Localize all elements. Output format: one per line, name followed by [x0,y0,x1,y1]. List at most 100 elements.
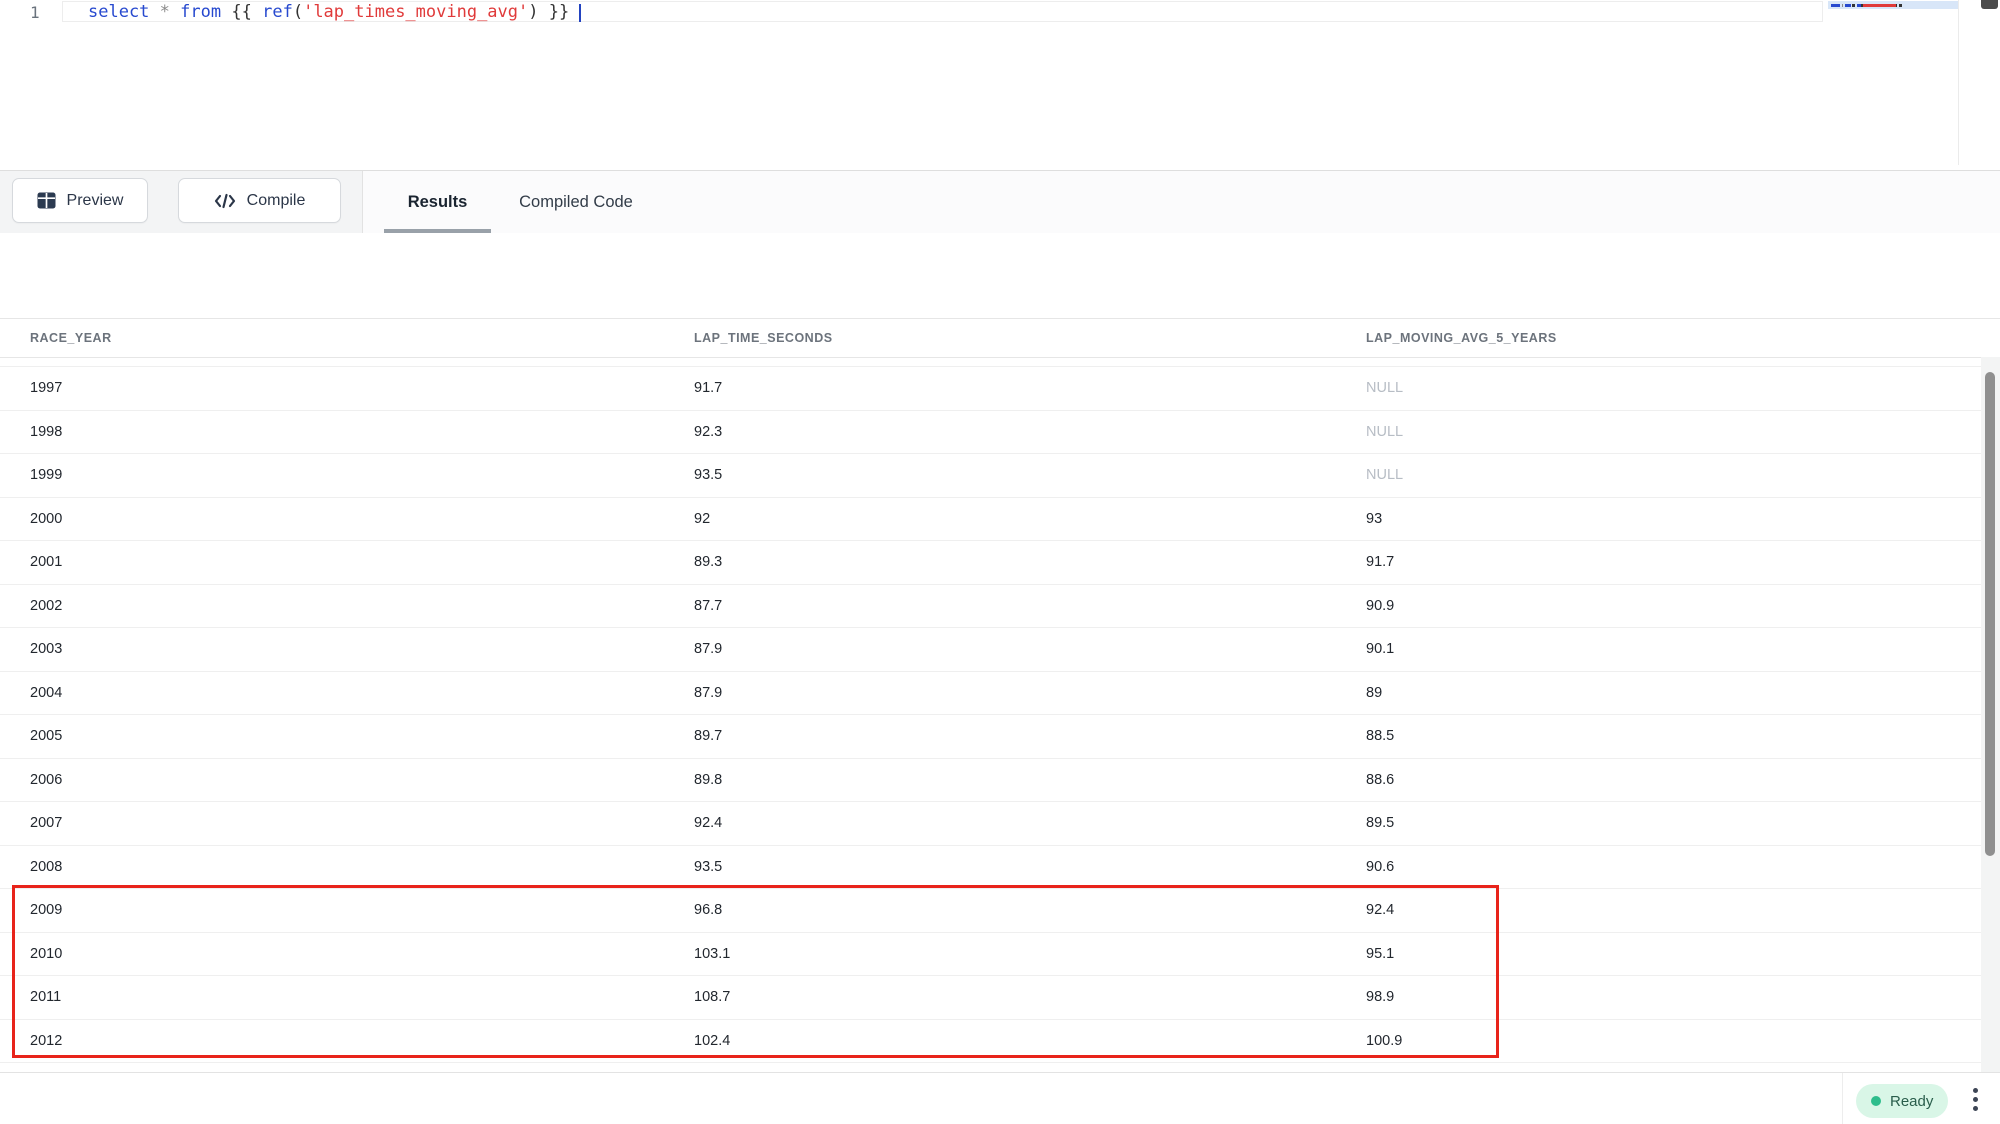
text-cursor [579,4,581,22]
cell-lap-time-seconds: 92 [664,511,1336,527]
cell-race-year: 1997 [0,380,664,396]
code-token [170,2,180,22]
cell-lap-moving-avg: 92.4 [1336,902,1981,918]
cell-lap-time-seconds: 102.4 [664,1033,1336,1049]
table-row: 199791.7NULL [0,367,1981,411]
cell-race-year: 2008 [0,859,664,875]
code-token [539,2,549,22]
minimap-current-line [1828,1,1958,9]
kebab-menu-icon[interactable] [1966,1084,1984,1114]
cell-lap-moving-avg: 98.9 [1336,989,1981,1005]
status-bar-divider [1842,1073,1843,1124]
code-token: from [180,2,221,22]
table-header-row: RACE_YEARLAP_TIME_SECONDSLAP_MOVING_AVG_… [0,318,2000,358]
table-row: 200189.391.7 [0,541,1981,585]
cell-race-year: 2004 [0,685,664,701]
tabs-background: Results Compiled Code [362,171,2000,233]
tab-compiled-code[interactable]: Compiled Code [514,171,638,233]
code-line[interactable]: select * from {{ ref('lap_times_moving_a… [88,2,581,22]
cell-race-year: 2010 [0,946,664,962]
cell-lap-time-seconds: 89.8 [664,772,1336,788]
table-row: 2010103.195.1 [0,933,1981,977]
table-row: 2012102.4100.9 [0,1020,1981,1064]
column-header: LAP_TIME_SECONDS [664,331,1336,345]
cell-lap-time-seconds: 91.7 [664,380,1336,396]
table-row: 200689.888.6 [0,759,1981,803]
code-token: ( [293,2,303,22]
table-icon [37,192,56,209]
column-header: LAP_MOVING_AVG_5_YEARS [1336,331,2000,345]
cell-lap-moving-avg: NULL [1336,380,1981,396]
code-token: {{ [231,2,251,22]
cell-lap-time-seconds: 92.4 [664,815,1336,831]
table-row: 20009293 [0,498,1981,542]
code-line-tokens: select * from {{ ref('lap_times_moving_a… [88,2,569,22]
code-token: 'lap_times_moving_avg' [303,2,528,22]
cell-race-year: 1999 [0,467,664,483]
ready-status-label: Ready [1890,1093,1933,1110]
cell-lap-moving-avg: 88.6 [1336,772,1981,788]
code-editor[interactable]: 1 select * from {{ ref('lap_times_moving… [0,0,2000,170]
minimap-token [1899,4,1902,7]
cell-lap-time-seconds: 92.3 [664,424,1336,440]
editor-minimap[interactable] [1828,0,1958,165]
compile-button[interactable]: Compile [178,178,341,223]
tab-bar: Results Compiled Code [384,171,638,233]
compile-button-label: Compile [247,192,306,210]
cell-race-year: 2005 [0,728,664,744]
preview-button[interactable]: Preview [12,178,148,223]
cell-lap-time-seconds: 93.5 [664,467,1336,483]
cell-lap-time-seconds: 96.8 [664,902,1336,918]
results-toolbar: Results Compiled Code Preview Compile [0,170,2000,233]
code-token [252,2,262,22]
cell-lap-moving-avg: 91.7 [1336,554,1981,570]
cell-lap-time-seconds: 87.9 [664,685,1336,701]
table-body[interactable]: 199791.7NULL199892.3NULL199993.5NULL2000… [0,358,1981,1063]
cell-race-year: 2000 [0,511,664,527]
cell-race-year: 1998 [0,424,664,440]
code-token: ) [528,2,538,22]
line-number: 1 [30,3,50,22]
table-row: 2011108.798.9 [0,976,1981,1020]
cell-lap-moving-avg: 90.6 [1336,859,1981,875]
cell-lap-moving-avg: 89 [1336,685,1981,701]
code-token: }} [549,2,569,22]
cell-lap-moving-avg: 90.1 [1336,641,1981,657]
tab-results[interactable]: Results [384,171,491,233]
code-token: * [160,2,170,22]
code-token [149,2,159,22]
cell-race-year: 2007 [0,815,664,831]
cell-lap-moving-avg: 95.1 [1336,946,1981,962]
minimap-divider [1958,0,1959,165]
cell-lap-moving-avg: 93 [1336,511,1981,527]
table-row: 199993.5NULL [0,454,1981,498]
editor-scrollbar-thumb[interactable] [1981,0,1998,9]
table-row: 200589.788.5 [0,715,1981,759]
cell-lap-time-seconds: 103.1 [664,946,1336,962]
cell-lap-time-seconds: 93.5 [664,859,1336,875]
cell-lap-time-seconds: 87.7 [664,598,1336,614]
table-row: 200893.590.6 [0,846,1981,890]
cell-lap-moving-avg: 100.9 [1336,1033,1981,1049]
results-scrollbar-thumb[interactable] [1985,372,1995,856]
cell-lap-moving-avg: 88.5 [1336,728,1981,744]
results-meta-row: Returned 27 rows. Download CSV [0,233,2000,318]
cell-lap-time-seconds: 89.3 [664,554,1336,570]
column-header: RACE_YEAR [0,331,664,345]
ready-status-badge: Ready [1856,1084,1948,1118]
cell-race-year: 2009 [0,902,664,918]
status-dot-icon [1871,1096,1881,1106]
table-row: 200996.892.4 [0,889,1981,933]
cell-lap-moving-avg: 89.5 [1336,815,1981,831]
results-scrollbar-track[interactable] [1981,357,2000,1072]
code-token: select [88,2,149,22]
cell-lap-moving-avg: NULL [1336,424,1981,440]
minimap-token [1831,4,1840,7]
status-bar: Ready [0,1072,2000,1124]
table-row: 200287.790.9 [0,585,1981,629]
table-row: 200792.489.5 [0,802,1981,846]
cell-lap-time-seconds: 108.7 [664,989,1336,1005]
cell-lap-time-seconds: 87.9 [664,641,1336,657]
cell-race-year: 2012 [0,1033,664,1049]
cell-race-year: 2002 [0,598,664,614]
